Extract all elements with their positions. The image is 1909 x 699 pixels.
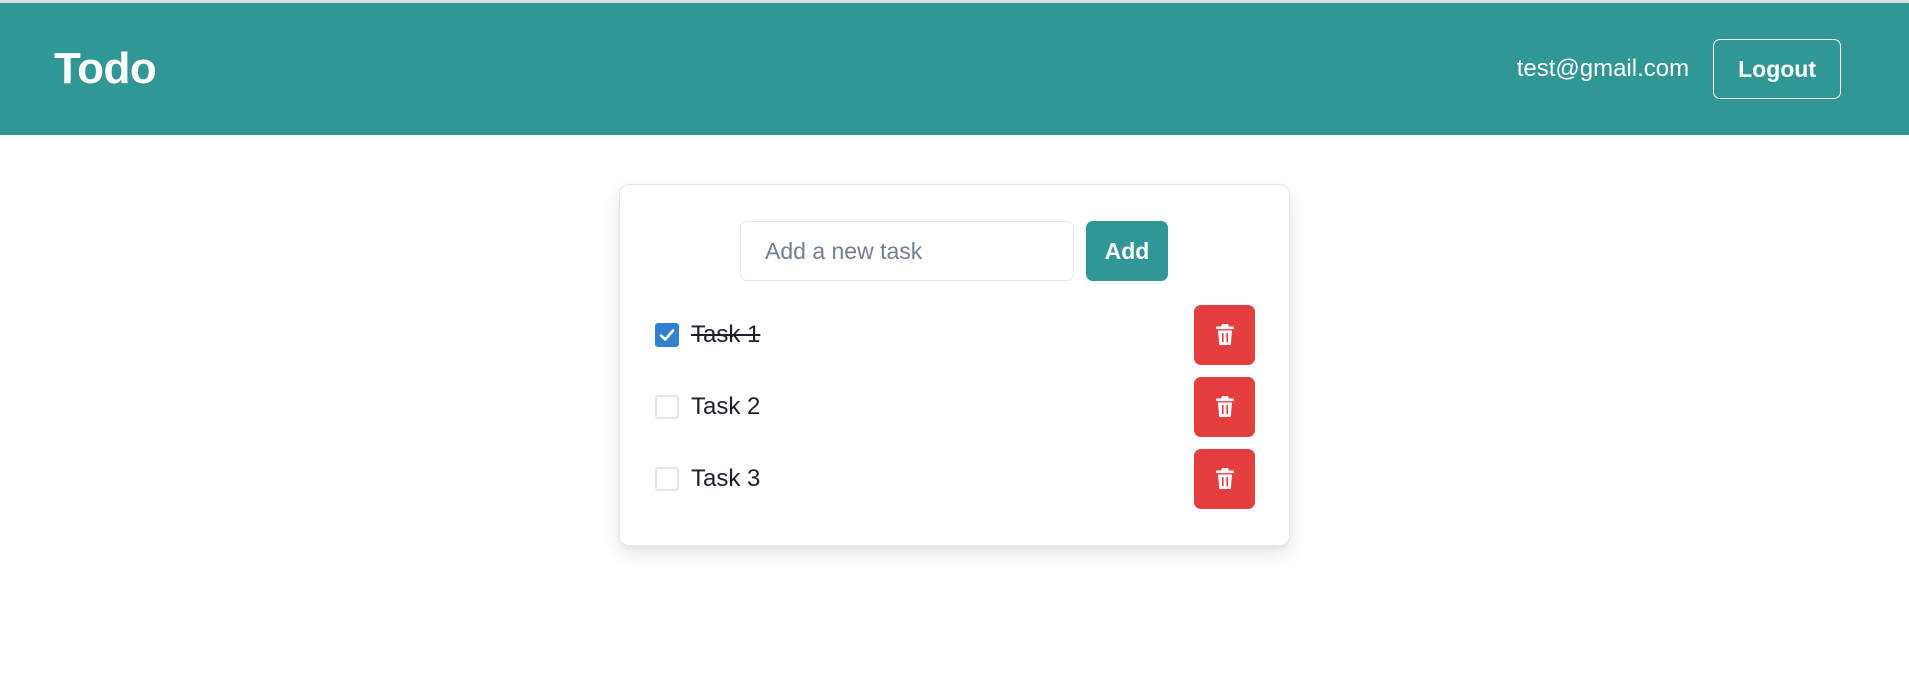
user-email: test@gmail.com bbox=[1516, 55, 1690, 82]
app-title: Todo bbox=[54, 44, 157, 93]
delete-task-button[interactable] bbox=[1194, 449, 1255, 509]
task-item: Task 2 bbox=[655, 377, 1255, 437]
trash-icon bbox=[1215, 324, 1234, 345]
user-menu: test@gmail.com Logout bbox=[1517, 39, 1841, 99]
check-icon bbox=[659, 329, 675, 341]
task-label: Task 2 bbox=[691, 393, 761, 420]
task-checkbox[interactable] bbox=[655, 395, 679, 419]
todo-card: Add Task 1 bbox=[619, 184, 1290, 546]
task-item: Task 3 bbox=[655, 449, 1255, 509]
app-header: Todo test@gmail.com Logout bbox=[0, 3, 1909, 135]
new-task-input[interactable] bbox=[740, 221, 1074, 281]
trash-icon bbox=[1215, 396, 1234, 417]
delete-task-button[interactable] bbox=[1194, 377, 1255, 437]
task-item: Task 1 bbox=[655, 305, 1255, 365]
logout-button[interactable]: Logout bbox=[1713, 39, 1841, 99]
add-task-button[interactable]: Add bbox=[1086, 221, 1168, 281]
trash-icon bbox=[1215, 468, 1234, 489]
task-checkbox[interactable] bbox=[655, 467, 679, 491]
task-checkbox[interactable] bbox=[655, 323, 679, 347]
add-task-form: Add bbox=[740, 221, 1168, 281]
task-label: Task 1 bbox=[691, 321, 761, 348]
delete-task-button[interactable] bbox=[1194, 305, 1255, 365]
task-label: Task 3 bbox=[691, 465, 761, 492]
task-list: Task 1 Task 2 Task 3 bbox=[655, 305, 1255, 521]
